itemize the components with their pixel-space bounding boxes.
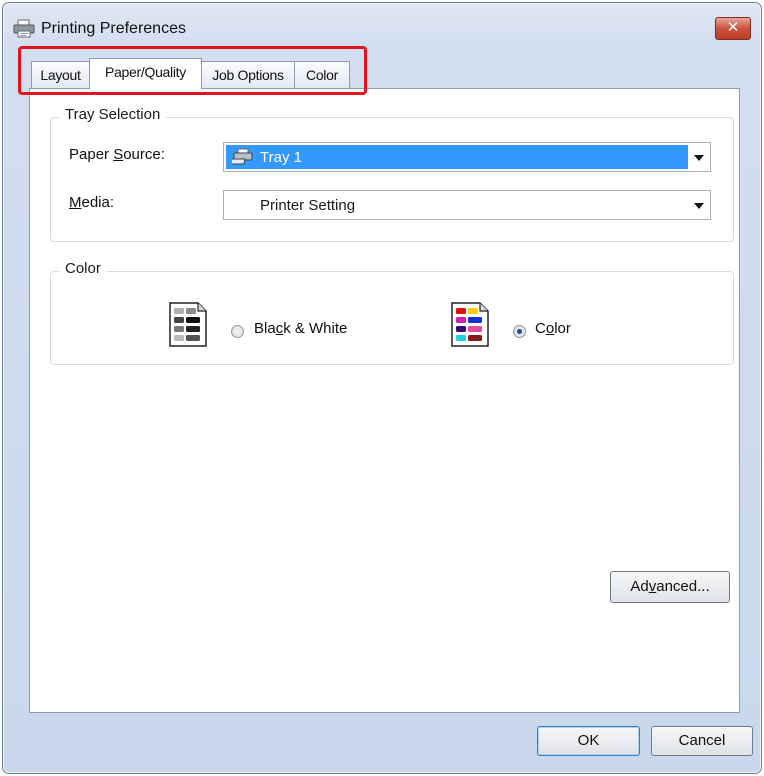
printing-preferences-window: Printing Preferences ✕ Layout Paper/Qual… (2, 2, 762, 774)
ok-button[interactable]: OK (537, 726, 640, 756)
close-button[interactable]: ✕ (715, 17, 751, 40)
title-bar[interactable]: Printing Preferences ✕ (3, 3, 761, 43)
chevron-down-icon (694, 203, 704, 209)
color-group: Color Black & White Color (50, 260, 734, 365)
media-dropdown[interactable]: Printer Setting (223, 190, 711, 220)
color-radio[interactable] (513, 325, 526, 338)
black-white-label[interactable]: Black & White (254, 320, 347, 337)
window-title: Printing Preferences (41, 20, 186, 37)
chevron-down-icon (694, 155, 704, 161)
printer-icon (13, 19, 35, 39)
cancel-button[interactable]: Cancel (651, 726, 753, 756)
media-label: Media: (69, 194, 115, 211)
paper-source-label: Paper Source: (69, 146, 165, 163)
grayscale-document-icon (168, 302, 208, 351)
tab-highlight-annotation (18, 46, 367, 95)
paper-source-value: Tray 1 (260, 149, 302, 166)
advanced-button[interactable]: Advanced... (610, 571, 730, 603)
paper-quality-panel: Tray Selection Paper Source: Tray 1 Medi… (29, 88, 740, 713)
color-document-icon (450, 302, 490, 351)
media-value: Printer Setting (260, 197, 356, 214)
color-radio-label[interactable]: Color (535, 320, 571, 337)
tray-selection-group: Tray Selection Paper Source: Tray 1 Medi… (50, 106, 734, 242)
close-icon: ✕ (726, 19, 740, 36)
printer-tray-icon (228, 148, 254, 170)
paper-source-dropdown[interactable]: Tray 1 (223, 142, 711, 172)
black-white-radio[interactable] (231, 325, 244, 338)
tray-selection-legend: Tray Selection (59, 106, 167, 123)
color-legend: Color (59, 260, 107, 277)
